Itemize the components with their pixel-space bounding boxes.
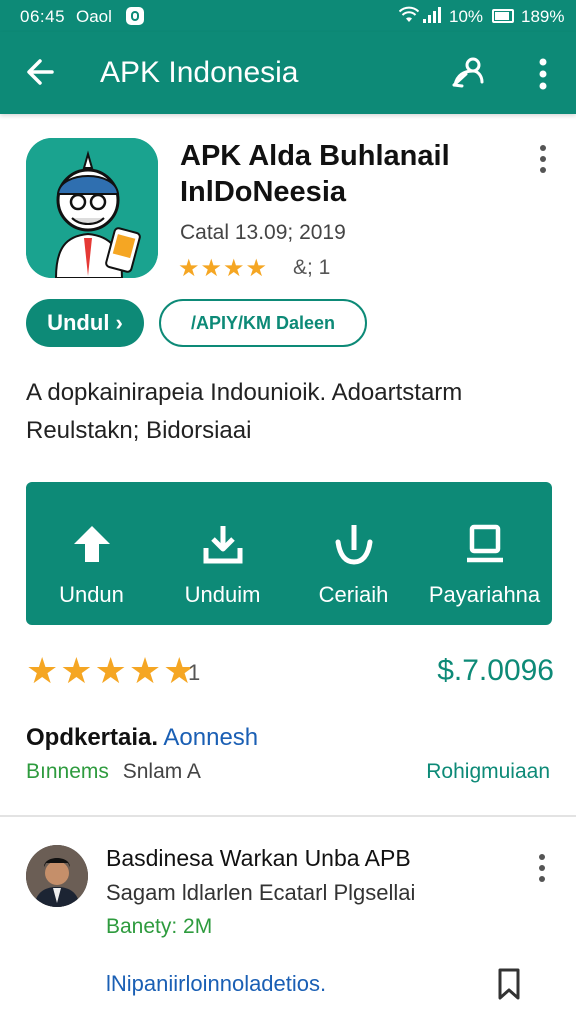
description-line: Reulstakn; Bidorsiaai (26, 417, 252, 444)
description-line: A dopkainirapeia Indounioik. Adoartstarm (26, 379, 463, 406)
download-icon (203, 526, 243, 564)
action-panel: Undun Unduim Ceriaih Payariahna (26, 482, 552, 625)
page-title: APK Indonesia (100, 56, 299, 89)
status-time: 06:45 (20, 7, 66, 26)
item-link[interactable]: lNipaniirloinnoladetios. (106, 971, 326, 997)
rating-count: 1 (188, 660, 201, 685)
back-arrow-icon[interactable] (22, 52, 62, 92)
item-subtitle: Sagam ldlarlen Ecatarl Plgsellai (106, 880, 416, 905)
app-description: A dopkainirapeia Indounioik. Adoartstarm… (26, 374, 556, 450)
size-label: Snlam A (122, 760, 201, 783)
action-undun-button[interactable]: Undun (26, 482, 157, 625)
rating-count-small: &; 1 (293, 256, 331, 279)
item-size: Banety: 2M (106, 915, 213, 938)
install-button[interactable]: Undul › (26, 299, 144, 347)
bookmark-icon[interactable] (496, 967, 522, 1001)
action-label: Unduim (184, 582, 261, 607)
avatar (26, 845, 88, 907)
action-ceriaih-button[interactable]: Ceriaih (288, 482, 419, 625)
arrow-down-icon (335, 525, 373, 565)
developer-link[interactable]: Aonnesh (163, 724, 258, 751)
arrow-up-icon (74, 526, 110, 562)
app-icon (26, 138, 158, 278)
developer-name: Opdkertaia. (26, 724, 159, 751)
share-icon[interactable] (446, 52, 488, 94)
battery-percent: 10% (449, 7, 484, 26)
developer-subline: Bınnems Snlam A Rohigmuiaan (26, 760, 550, 784)
tray-icon (467, 524, 503, 563)
action-label: Undun (59, 582, 124, 607)
more-vert-icon[interactable] (526, 54, 560, 94)
notification-icon (126, 7, 144, 25)
wifi-icon (398, 6, 420, 29)
app-name: APK Alda Buhlanail InlDoNeesia (180, 140, 450, 208)
price: $.7.0096 (437, 654, 554, 687)
developer-line: Opdkertaia. Aonnesh (26, 724, 258, 752)
signal-icon (422, 6, 442, 29)
battery-icon (492, 9, 514, 23)
category-label: Bınnems (26, 760, 109, 783)
more-vert-icon[interactable] (528, 851, 556, 887)
app-meta: Catal 13.09; 2019 (180, 221, 346, 244)
rating-stars-small: ★★★★ (178, 255, 269, 282)
app-bar: APK Indonesia (0, 32, 576, 114)
more-vert-icon[interactable] (528, 142, 558, 178)
item-title: Basdinesa Warkan Unba APB (106, 845, 411, 871)
related-item[interactable]: Basdinesa Warkan Unba APB Sagam ldlarlen… (0, 817, 576, 1024)
rating-stars: ★★★★★ (26, 650, 198, 691)
status-bar: 06:45 Oaol 10% 189% (0, 0, 576, 32)
action-label: Payariahna (428, 582, 541, 607)
status-extra: 189% (521, 7, 565, 26)
action-payariahna-button[interactable]: Payariahna (419, 482, 550, 625)
developer-right-link[interactable]: Rohigmuiaan (426, 760, 550, 784)
action-label: Ceriaih (318, 582, 389, 607)
secondary-button[interactable]: /APIY/KM Daleen (159, 299, 367, 347)
rating-row: ★★★★★ 1 $.7.0096 (26, 650, 556, 700)
action-unduim-button[interactable]: Unduim (157, 482, 288, 625)
status-carrier: Oaol (76, 7, 112, 26)
